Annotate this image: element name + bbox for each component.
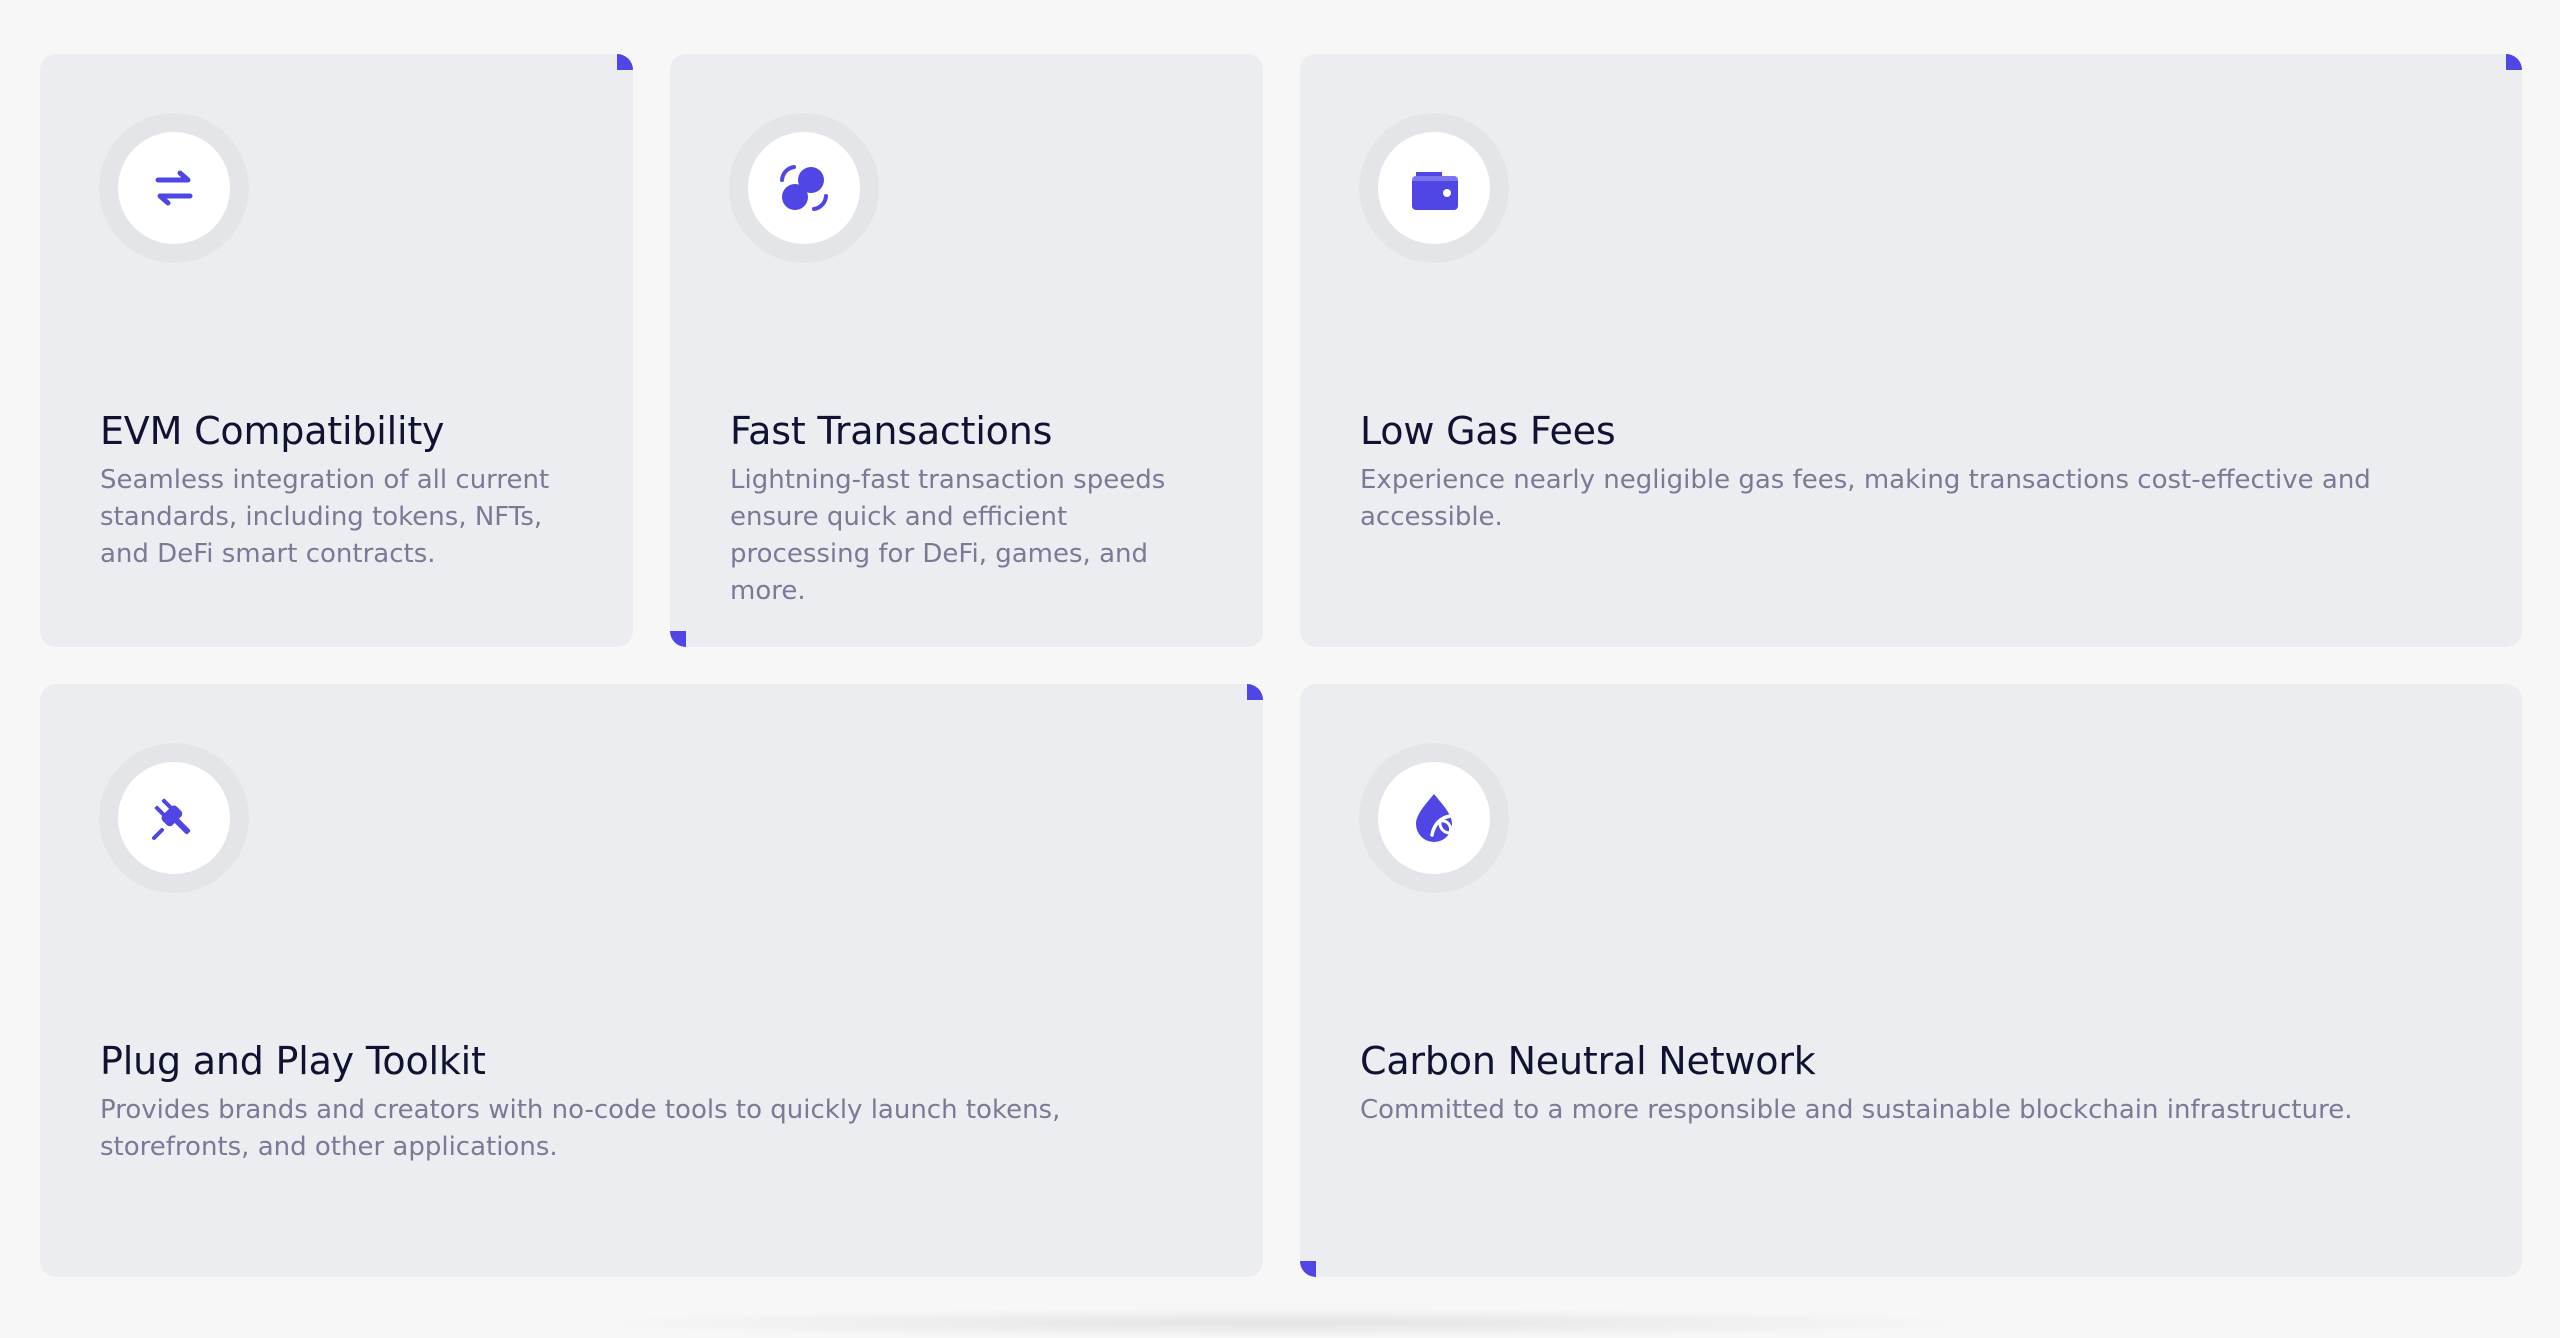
accent-corner: [1247, 684, 1263, 700]
card-title: Plug and Play Toolkit: [100, 1039, 486, 1083]
accent-corner: [617, 54, 633, 70]
card-title: Low Gas Fees: [1360, 409, 1616, 453]
accent-corner: [670, 631, 686, 647]
card-title: Fast Transactions: [730, 409, 1053, 453]
feature-card-evm-compatibility: EVM Compatibility Seamless integration o…: [40, 54, 633, 647]
accent-corner: [1300, 1261, 1316, 1277]
card-description: Committed to a more responsible and sust…: [1360, 1095, 2353, 1125]
icon-badge: [1359, 113, 1509, 263]
card-description: Provides brands and creators with no-cod…: [100, 1095, 1061, 1162]
plug-icon: [152, 798, 191, 840]
card-title: EVM Compatibility: [100, 409, 445, 453]
card-description: Seamless integration of all current stan…: [100, 465, 550, 569]
feature-card-fast-transactions: Fast Transactions Lightning-fast transac…: [670, 54, 1263, 647]
icon-badge: [99, 743, 249, 893]
bottom-shadow: [560, 1308, 2010, 1338]
feature-card-carbon-neutral-network: Carbon Neutral Network Committed to a mo…: [1300, 684, 2522, 1277]
card-description: Lightning-fast transaction speeds ensure…: [730, 465, 1166, 606]
feature-card-low-gas-fees: Low Gas Fees Experience nearly negligibl…: [1300, 54, 2522, 647]
icon-badge: [1359, 743, 1509, 893]
feature-card-plug-and-play-toolkit: Plug and Play Toolkit Provides brands an…: [40, 684, 1263, 1277]
icon-badge: [99, 113, 249, 263]
leaf-drop-icon: [1416, 794, 1452, 842]
card-description: Experience nearly negligible gas fees, m…: [1360, 465, 2371, 532]
swap-arrows-icon: [155, 170, 193, 206]
icon-badge: [729, 113, 879, 263]
accent-corner: [2506, 54, 2522, 70]
transaction-circles-icon: [780, 165, 828, 211]
wallet-icon: [1412, 172, 1458, 210]
card-title: Carbon Neutral Network: [1360, 1039, 1816, 1083]
